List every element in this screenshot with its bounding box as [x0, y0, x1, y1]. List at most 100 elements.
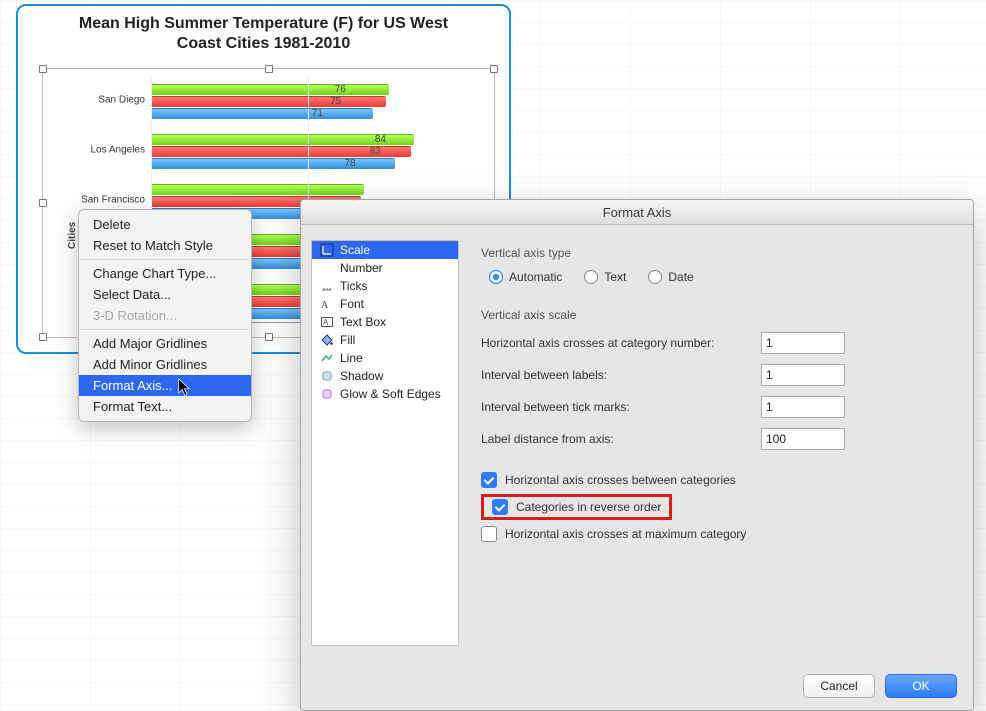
category-label: San Francisco — [65, 195, 145, 206]
ok-button[interactable]: OK — [885, 674, 957, 698]
bar-value-label: 75 — [330, 96, 341, 107]
shadow-icon — [320, 369, 334, 383]
context-menu-item[interactable]: Select Data... — [79, 284, 251, 305]
context-menu-item[interactable]: Format Text... — [79, 396, 251, 417]
checkbox-label: Horizontal axis crosses at maximum categ… — [505, 527, 746, 541]
resize-handle[interactable] — [490, 65, 498, 73]
bar[interactable] — [151, 184, 364, 195]
checkbox-label: Categories in reverse order — [516, 500, 661, 514]
format-axis-dialog[interactable]: Format Axis Scale Number Ticks A Font A Text B… — [300, 199, 974, 711]
bar[interactable]: 83 — [151, 146, 411, 157]
scale-icon — [320, 243, 334, 257]
context-menu-item[interactable]: Add Major Gridlines — [79, 333, 251, 354]
checkbox-row-between-categories[interactable]: Horizontal axis crosses between categori… — [481, 472, 945, 488]
sidebar-item-label: Scale — [340, 243, 370, 257]
dialog-title: Format Axis — [301, 200, 973, 225]
sidebar-item-shadow[interactable]: Shadow — [312, 367, 458, 385]
font-icon: A — [320, 297, 334, 311]
label-crosses-at: Horizontal axis crosses at category numb… — [481, 336, 761, 350]
bar[interactable]: 71 — [151, 108, 373, 119]
sidebar-item-glow-soft-edges[interactable]: Glow & Soft Edges — [312, 385, 458, 403]
context-menu-item[interactable]: Change Chart Type... — [79, 263, 251, 284]
resize-handle[interactable] — [265, 333, 273, 341]
checkbox-at-maximum[interactable] — [481, 526, 497, 542]
context-menu-separator — [81, 259, 249, 260]
input-label-distance[interactable] — [761, 428, 845, 450]
text-box-icon: A — [320, 315, 334, 329]
radio-dot-icon — [648, 270, 662, 284]
sidebar-item-label: Ticks — [340, 279, 368, 293]
category-label: Los Angeles — [65, 145, 145, 156]
resize-handle[interactable] — [39, 199, 47, 207]
radio-date[interactable]: Date — [648, 270, 693, 284]
checkbox-categories-reverse[interactable] — [492, 499, 508, 515]
bar-value-label: 83 — [370, 146, 381, 157]
label-interval-ticks: Interval between tick marks: — [481, 400, 761, 414]
dialog-content: Vertical axis type Automatic Text Date Ver… — [469, 224, 973, 662]
sidebar-item-scale[interactable]: Scale — [312, 241, 458, 259]
sidebar-item-label: Number — [340, 261, 383, 275]
sidebar-item-label: Font — [340, 297, 364, 311]
radio-text[interactable]: Text — [584, 270, 626, 284]
sidebar-item-label: Shadow — [340, 369, 383, 383]
group-title-axis-scale: Vertical axis scale — [481, 308, 945, 322]
sidebar-item-fill[interactable]: Fill — [312, 331, 458, 349]
line-icon — [320, 351, 334, 365]
bar[interactable]: 78 — [151, 158, 395, 169]
sidebar-item-text-box[interactable]: A Text Box — [312, 313, 458, 331]
svg-text:A: A — [323, 318, 329, 327]
checkbox-between-categories[interactable] — [481, 472, 497, 488]
dialog-sidebar[interactable]: Scale Number Ticks A Font A Text Box Fill Line Sh… — [311, 240, 459, 646]
axis-type-radios: Automatic Text Date — [489, 270, 945, 284]
sidebar-item-label: Text Box — [340, 315, 386, 329]
context-menu-separator — [81, 329, 249, 330]
resize-handle[interactable] — [39, 333, 47, 341]
context-menu-item[interactable]: Add Minor Gridlines — [79, 354, 251, 375]
bar[interactable]: 75 — [151, 96, 386, 107]
highlight-box: Categories in reverse order — [481, 494, 672, 520]
sidebar-item-label: Line — [340, 351, 363, 365]
bar-value-label: 76 — [335, 84, 346, 95]
sidebar-item-number[interactable]: Number — [312, 259, 458, 277]
cancel-button[interactable]: Cancel — [803, 674, 875, 698]
radio-dot-icon — [584, 270, 598, 284]
radio-automatic[interactable]: Automatic — [489, 270, 562, 284]
context-menu-item[interactable]: Delete — [79, 214, 251, 235]
bar[interactable]: 84 — [151, 134, 414, 145]
bar-value-label: 78 — [344, 158, 355, 169]
resize-handle[interactable] — [265, 65, 273, 73]
context-menu[interactable]: DeleteReset to Match Style Change Chart T… — [78, 209, 252, 422]
bar-value-label: 84 — [375, 134, 386, 145]
group-title-axis-type: Vertical axis type — [481, 246, 945, 260]
number-icon — [320, 261, 334, 275]
checkbox-label: Horizontal axis crosses between categori… — [505, 473, 736, 487]
label-interval-labels: Interval between labels: — [481, 368, 761, 382]
glow-soft-edges-icon — [320, 387, 334, 401]
svg-text:A: A — [321, 300, 329, 311]
dialog-footer: Cancel OK — [301, 662, 973, 710]
checkbox-row-at-maximum[interactable]: Horizontal axis crosses at maximum categ… — [481, 526, 945, 542]
category-label: San Diego — [65, 95, 145, 106]
input-interval-labels[interactable] — [761, 364, 845, 386]
radio-dot-icon — [489, 270, 503, 284]
fill-icon — [320, 333, 334, 347]
chart-title: Mean High Summer Temperature (F) for US … — [18, 14, 509, 54]
radio-label: Date — [668, 270, 693, 284]
sidebar-item-ticks[interactable]: Ticks — [312, 277, 458, 295]
context-menu-item: 3-D Rotation... — [79, 305, 251, 326]
sidebar-item-line[interactable]: Line — [312, 349, 458, 367]
input-interval-ticks[interactable] — [761, 396, 845, 418]
sidebar-item-font[interactable]: A Font — [312, 295, 458, 313]
context-menu-item[interactable]: Format Axis... — [79, 375, 251, 396]
bar-value-label: 71 — [312, 108, 323, 119]
radio-label: Automatic — [509, 270, 562, 284]
context-menu-item[interactable]: Reset to Match Style — [79, 235, 251, 256]
sidebar-item-label: Glow & Soft Edges — [340, 387, 441, 401]
ticks-icon — [320, 279, 334, 293]
input-crosses-at[interactable] — [761, 332, 845, 354]
radio-label: Text — [604, 270, 626, 284]
resize-handle[interactable] — [39, 65, 47, 73]
sidebar-item-label: Fill — [340, 333, 355, 347]
label-label-distance: Label distance from axis: — [481, 432, 761, 446]
bar[interactable]: 76 — [151, 84, 389, 95]
